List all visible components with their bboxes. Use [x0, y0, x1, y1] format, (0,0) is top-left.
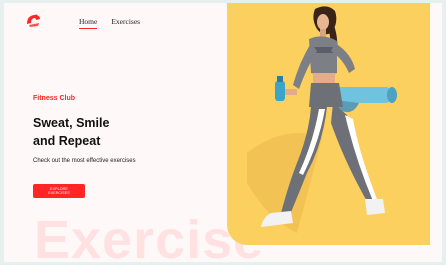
explore-exercises-button[interactable]: EXPLORE EXERCISES: [33, 184, 85, 198]
nav-exercises-link[interactable]: Exercises: [111, 17, 140, 29]
hero-banner-image: [227, 3, 430, 245]
nav-home-link[interactable]: Home: [79, 17, 98, 29]
main-nav: Home Exercises: [79, 17, 140, 29]
hero-subtitle: Check out the most effective exercises: [33, 158, 136, 164]
page: Home Exercises Fitness Club Sweat, Smile…: [4, 3, 442, 262]
logo-icon[interactable]: [24, 11, 44, 31]
headline-line-2: and Repeat: [33, 134, 101, 148]
brand-label: Fitness Club: [33, 95, 76, 102]
hero-headline: Sweat, Smile and Repeat: [33, 114, 143, 150]
headline-line-1: Sweat, Smile: [33, 116, 110, 130]
athlete-illustration: [247, 6, 397, 233]
